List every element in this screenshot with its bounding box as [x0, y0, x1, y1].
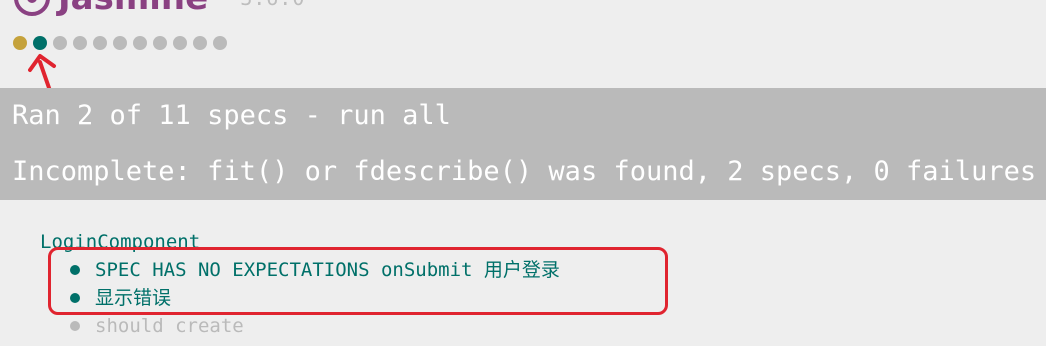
- jasmine-logo-text: Jasmine: [58, 0, 208, 18]
- spec-status-bullet-icon: [70, 321, 80, 331]
- jasmine-version: 3.6.0: [240, 0, 305, 10]
- jasmine-logo-icon: [14, 0, 50, 16]
- run-summary-bar: Ran 2 of 11 specs - run all: [0, 88, 1046, 144]
- spec-dot-excluded[interactable]: [53, 36, 67, 50]
- spec-dot-excluded[interactable]: [93, 36, 107, 50]
- spec-dot-passed[interactable]: [33, 36, 47, 50]
- spec-dot-excluded[interactable]: [173, 36, 187, 50]
- spec-item: should create: [70, 312, 560, 340]
- spec-link[interactable]: should create: [95, 312, 244, 340]
- spec-dot-pending[interactable]: [13, 36, 27, 50]
- run-all-link[interactable]: run all: [337, 100, 451, 131]
- spec-dot-excluded[interactable]: [193, 36, 207, 50]
- annotation-highlight-box: [48, 247, 668, 315]
- spec-dot-excluded[interactable]: [153, 36, 167, 50]
- spec-dot-excluded[interactable]: [73, 36, 87, 50]
- spec-dot-excluded[interactable]: [213, 36, 227, 50]
- incomplete-alert-text: Incomplete: fit() or fdescribe() was fou…: [12, 156, 1037, 187]
- run-summary-text: Ran 2 of 11 specs -: [12, 100, 338, 131]
- symbol-summary: [13, 36, 233, 50]
- incomplete-alert-bar: Incomplete: fit() or fdescribe() was fou…: [0, 144, 1046, 200]
- spec-dot-excluded[interactable]: [113, 36, 127, 50]
- spec-dot-excluded[interactable]: [133, 36, 147, 50]
- jasmine-header: Jasmine 3.6.0: [14, 0, 305, 18]
